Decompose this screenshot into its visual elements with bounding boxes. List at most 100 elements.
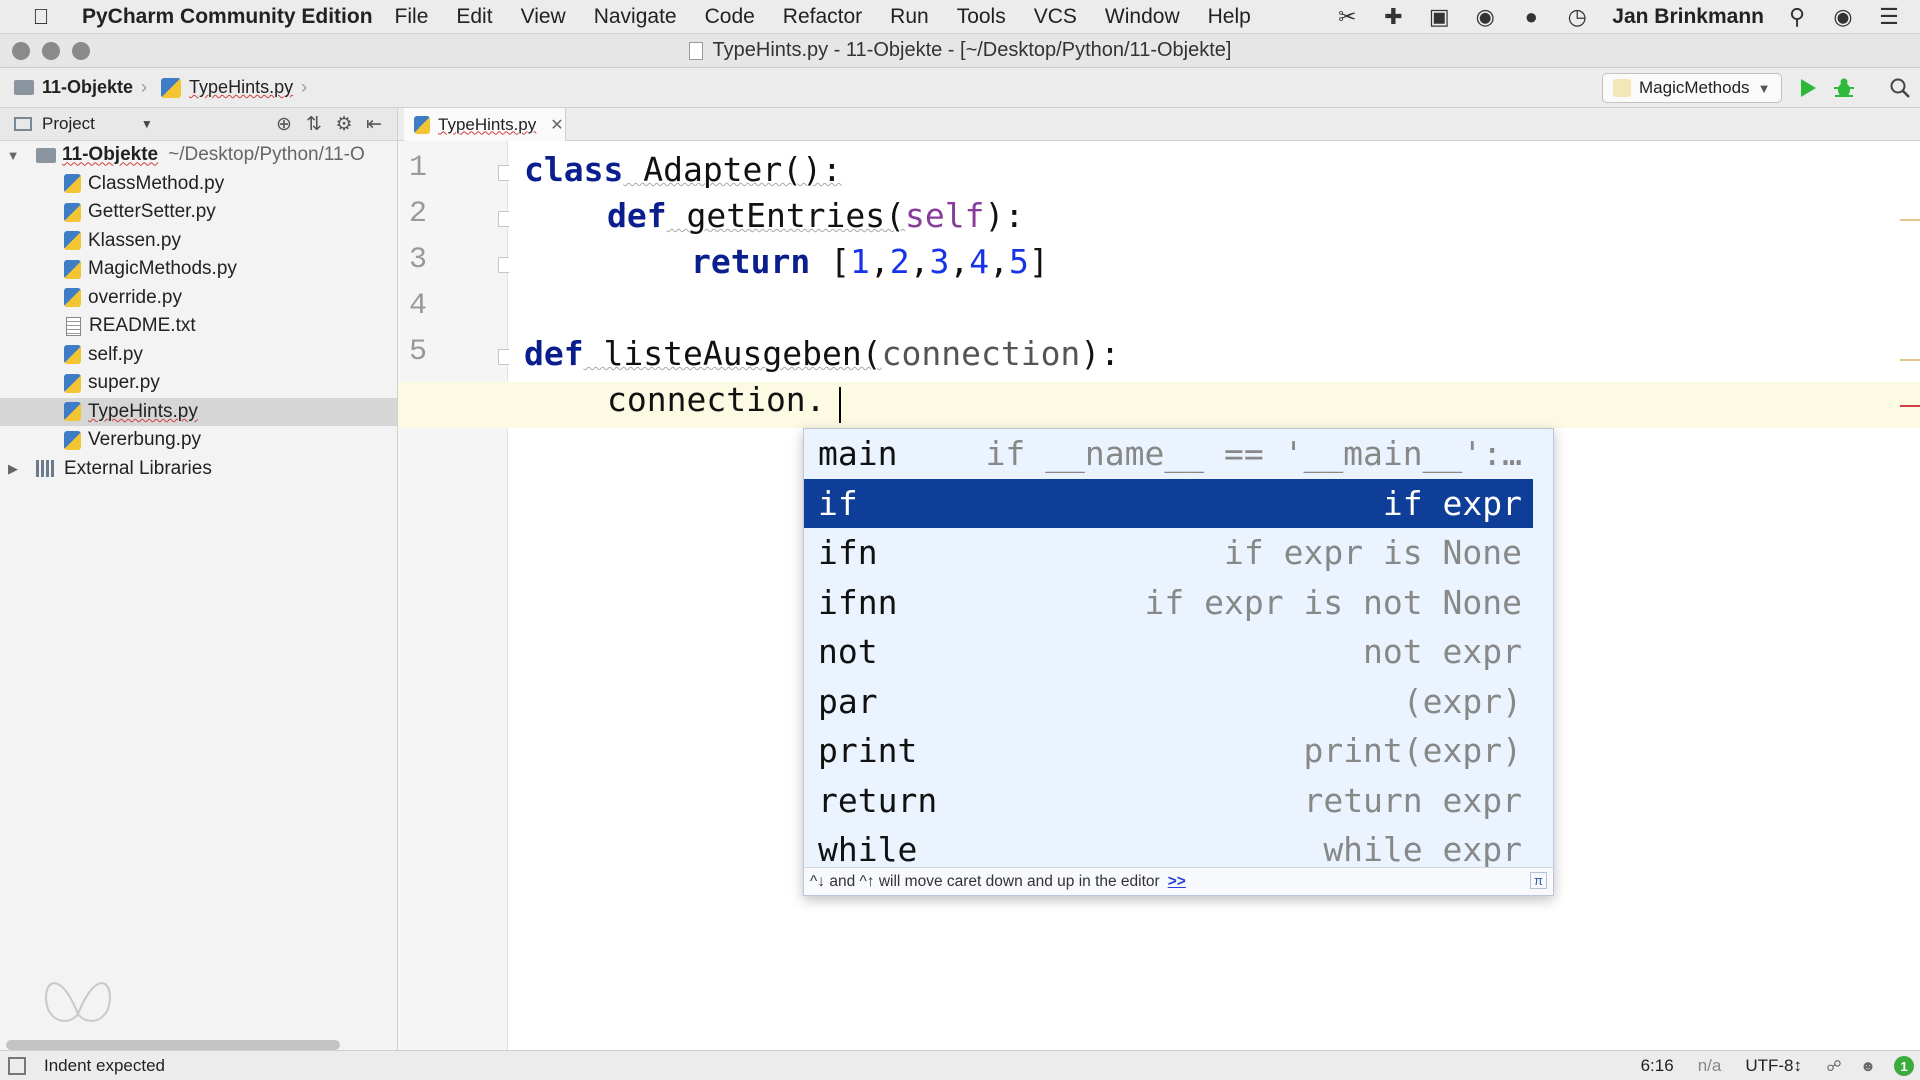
tree-file[interactable]: MagicMethods.py [0, 255, 397, 284]
menu-navigate[interactable]: Navigate [594, 5, 677, 29]
expand-arrow-icon[interactable]: ▼ [2, 148, 24, 163]
tree-file[interactable]: override.py [0, 284, 397, 313]
chevron-down-icon: ▼ [1757, 80, 1771, 96]
user-name[interactable]: Jan Brinkmann [1612, 5, 1764, 29]
breadcrumb-file[interactable]: TypeHints.py › [161, 77, 307, 98]
close-icon[interactable]: ✕ [550, 115, 563, 135]
python-file-icon [64, 259, 81, 279]
project-header: Project ▼ ⊕ ⇅ ⚙ ⇤ [0, 108, 397, 141]
window-title: TypeHints.py - 11-Objekte - [~/Desktop/P… [712, 39, 1232, 61]
lock-icon[interactable]: ☍ [1826, 1058, 1842, 1075]
scroll-from-source-icon[interactable]: ⊕ [269, 112, 299, 136]
completion-desc: (expr) [1402, 681, 1522, 721]
horizontal-scrollbar[interactable] [6, 1040, 340, 1050]
run-configuration-dropdown[interactable]: MagicMethods ▼ [1602, 73, 1782, 103]
collapse-arrow-icon[interactable]: ▶ [2, 461, 24, 477]
completion-key: return [818, 780, 938, 820]
app-menu[interactable]: PyCharm Community Edition [82, 5, 373, 29]
minimize-window-button[interactable] [42, 42, 60, 60]
chevron-down-icon[interactable]: ▼ [141, 117, 153, 131]
apple-menu-icon[interactable]:  [0, 4, 82, 30]
hide-panel-icon[interactable]: ⇤ [359, 112, 389, 136]
tree-root-folder[interactable]: ▼ 11-Objekte ~/Desktop/Python/11-O [0, 141, 397, 170]
close-window-button[interactable] [12, 42, 30, 60]
search-everywhere-button[interactable] [1886, 74, 1914, 102]
menu-tools[interactable]: Tools [957, 5, 1006, 29]
completion-item[interactable]: print print(expr) [804, 726, 1534, 776]
file-encoding[interactable]: UTF-8↕ [1745, 1056, 1802, 1076]
completion-item[interactable]: ifnn if expr is not None [804, 578, 1534, 628]
time-machine-icon[interactable]: ◷ [1562, 4, 1592, 29]
hint-more-link[interactable]: >> [1168, 873, 1186, 891]
tool-window-toggle-icon[interactable] [8, 1056, 26, 1075]
editor-tab-bar: TypeHints.py ✕ [398, 108, 1920, 141]
tree-file[interactable]: Klassen.py [0, 227, 397, 256]
menu-window[interactable]: Window [1105, 5, 1180, 29]
live-template-completion-popup[interactable]: main if __name__ == '__main__':… if if exp… [803, 428, 1554, 896]
error-stripe-marker[interactable] [1900, 359, 1920, 361]
tree-file[interactable]: self.py [0, 341, 397, 370]
collapse-all-icon[interactable]: ⇅ [299, 112, 329, 136]
gear-icon[interactable]: ⚙ [329, 112, 359, 136]
python-file-icon [64, 202, 81, 222]
file-name: Klassen.py [88, 229, 181, 251]
tab-typehints[interactable]: TypeHints.py ✕ [404, 108, 566, 141]
caret-position[interactable]: 6:16 [1641, 1056, 1674, 1076]
spotlight-icon[interactable]: ⚲ [1782, 4, 1812, 29]
completion-item[interactable]: not not expr [804, 627, 1534, 677]
folder-icon [14, 80, 34, 95]
error-stripe-marker[interactable] [1900, 219, 1920, 221]
menu-view[interactable]: View [521, 5, 566, 29]
tree-file[interactable]: ClassMethod.py [0, 170, 397, 199]
chat-icon[interactable]: ● [1516, 4, 1546, 29]
completion-key: main [818, 434, 898, 474]
python-file-icon [161, 77, 182, 98]
plus-icon[interactable]: ✚ [1378, 4, 1408, 29]
menu-run[interactable]: Run [890, 5, 929, 29]
event-log-badge[interactable]: 1 [1894, 1056, 1914, 1076]
tree-file[interactable]: README.txt [0, 312, 397, 341]
python-file-icon [414, 115, 430, 134]
screenshot-icon[interactable]: ✂ [1332, 4, 1362, 29]
menu-edit[interactable]: Edit [456, 5, 492, 29]
menu-help[interactable]: Help [1208, 5, 1251, 29]
line-separator-indicator[interactable]: n/a [1698, 1056, 1722, 1076]
popup-scrollbar[interactable] [1533, 429, 1553, 869]
zoom-window-button[interactable] [72, 42, 90, 60]
menu-file[interactable]: File [395, 5, 429, 29]
python-file-icon [64, 373, 81, 393]
completion-key: not [818, 632, 878, 672]
inspector-icon[interactable]: ☻ [1860, 1058, 1876, 1075]
completion-item[interactable]: return return expr [804, 776, 1534, 826]
python-file-icon [64, 288, 81, 308]
line-number: 2 [408, 197, 427, 231]
tree-external-libraries[interactable]: ▶ External Libraries [0, 455, 397, 484]
completion-key: ifnn [818, 582, 898, 622]
siri-icon[interactable]: ◉ [1828, 4, 1858, 29]
tree-file[interactable]: Vererbung.py [0, 426, 397, 455]
tree-file[interactable]: super.py [0, 369, 397, 398]
menu-code[interactable]: Code [705, 5, 755, 29]
completion-hint: ^↓ and ^↑ will move caret down and up in… [804, 867, 1553, 895]
menu-vcs[interactable]: VCS [1034, 5, 1077, 29]
notification-list-icon[interactable]: ☰ [1874, 4, 1904, 29]
file-name: super.py [88, 372, 160, 394]
menu-refactor[interactable]: Refactor [783, 5, 862, 29]
completion-item[interactable]: main if __name__ == '__main__':… [804, 429, 1534, 479]
tree-file-selected[interactable]: TypeHints.py [0, 397, 397, 426]
project-view-selector[interactable]: Project [42, 114, 95, 134]
completion-item[interactable]: ifn if expr is None [804, 528, 1534, 578]
error-stripe-marker[interactable] [1900, 405, 1920, 407]
completion-item[interactable]: par (expr) [804, 677, 1534, 727]
editor-gutter: 1 2 3 4 5 6 [398, 141, 514, 1050]
library-icon [36, 460, 56, 478]
completion-item-selected[interactable]: if if expr [804, 478, 1534, 528]
leaf-icon[interactable]: ◉ [1470, 4, 1500, 29]
run-icon [1801, 79, 1816, 97]
camera-icon[interactable]: ▣ [1424, 4, 1454, 29]
tree-file[interactable]: GetterSetter.py [0, 198, 397, 227]
run-button[interactable] [1794, 74, 1822, 102]
debug-button[interactable] [1830, 74, 1858, 102]
breadcrumb-project[interactable]: 11-Objekte › [14, 77, 147, 98]
pi-icon[interactable]: π [1530, 872, 1547, 889]
